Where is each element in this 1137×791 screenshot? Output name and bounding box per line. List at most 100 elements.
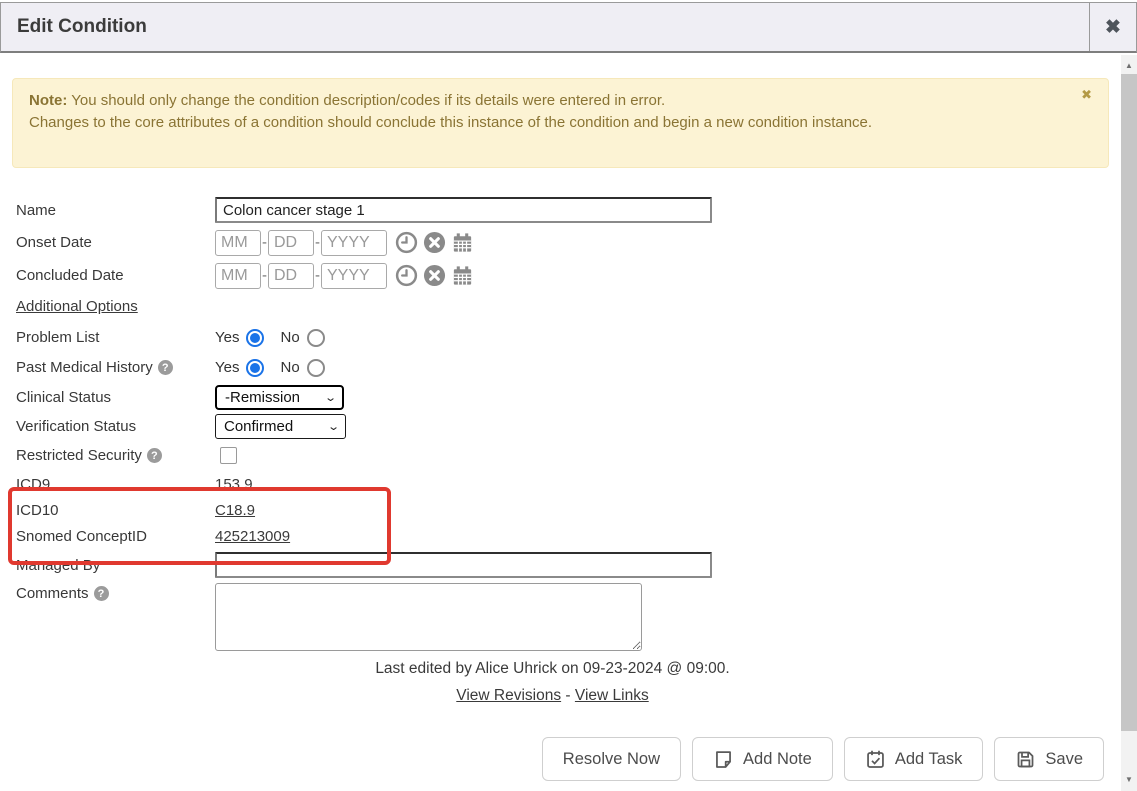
clinical-status-row: Clinical Status -Remission ⌄ xyxy=(0,384,1121,410)
comments-row: Comments? xyxy=(0,583,1121,651)
action-buttons: Resolve Now Add Note Add Task Save xyxy=(0,737,1121,781)
view-revisions-link[interactable]: View Revisions xyxy=(456,687,561,704)
concluded-year-input[interactable] xyxy=(321,263,387,289)
concluded-month-input[interactable] xyxy=(215,263,261,289)
past-medical-history-row: Past Medical History? Yes No xyxy=(0,355,1121,380)
no-label: No xyxy=(280,329,299,346)
name-row: Name xyxy=(0,197,1121,223)
icd9-code-link[interactable]: 153.9 xyxy=(215,476,253,493)
revision-links: View Revisions - View Links xyxy=(0,687,1105,709)
restricted-security-checkbox[interactable] xyxy=(220,447,237,464)
save-label: Save xyxy=(1045,750,1083,769)
links-separator: - xyxy=(565,687,570,704)
add-task-button[interactable]: Add Task xyxy=(844,737,984,781)
scrollbar-thumb[interactable] xyxy=(1121,74,1137,731)
add-note-label: Add Note xyxy=(743,750,812,769)
date-separator: - xyxy=(315,234,320,251)
name-label: Name xyxy=(16,202,215,219)
onset-day-input[interactable] xyxy=(268,230,314,256)
onset-year-input[interactable] xyxy=(321,230,387,256)
date-separator: - xyxy=(315,267,320,284)
problem-list-row: Problem List Yes No xyxy=(0,325,1121,350)
icd10-label: ICD10 xyxy=(16,502,215,519)
managed-by-label: Managed By xyxy=(16,557,215,574)
clinical-status-label: Clinical Status xyxy=(16,389,215,406)
yes-label: Yes xyxy=(215,329,239,346)
close-icon: ✖ xyxy=(1105,18,1121,37)
dialog-body: Note: You should only change the conditi… xyxy=(0,53,1121,791)
calendar-check-icon xyxy=(865,749,886,770)
dialog-header: Edit Condition ✖ xyxy=(0,2,1137,53)
verification-status-select[interactable]: Confirmed ⌄ xyxy=(215,414,346,439)
onset-date-row: Onset Date - - xyxy=(0,229,1121,256)
note-line2: Changes to the core attributes of a cond… xyxy=(29,114,872,131)
warning-note-banner: Note: You should only change the conditi… xyxy=(12,78,1109,168)
icd10-row: ICD10 C18.9 xyxy=(0,500,1121,520)
note-text: Note: You should only change the conditi… xyxy=(29,92,872,131)
clinical-status-value: -Remission xyxy=(225,389,300,406)
concluded-date-label: Concluded Date xyxy=(16,267,215,284)
name-input[interactable] xyxy=(215,197,712,223)
clock-icon[interactable] xyxy=(395,231,418,254)
calendar-icon[interactable] xyxy=(451,231,474,254)
verification-status-row: Verification Status Confirmed ⌄ xyxy=(0,413,1121,439)
problem-list-yes-radio[interactable] xyxy=(246,329,264,347)
date-separator: - xyxy=(262,234,267,251)
yes-label: Yes xyxy=(215,359,239,376)
snomed-label: Snomed ConceptID xyxy=(16,528,215,545)
clinical-status-select[interactable]: -Remission ⌄ xyxy=(215,385,344,410)
date-separator: - xyxy=(262,267,267,284)
last-edited-text: Last edited by Alice Uhrick on 09-23-202… xyxy=(0,660,1105,680)
page-title: Edit Condition xyxy=(1,16,1089,38)
condition-form: Name Onset Date - - Concluded Date xyxy=(0,197,1121,781)
scroll-up-icon[interactable]: ▲ xyxy=(1121,57,1137,73)
note-icon xyxy=(713,749,734,770)
icd10-code-link[interactable]: C18.9 xyxy=(215,502,255,519)
resolve-now-label: Resolve Now xyxy=(563,750,660,769)
save-button[interactable]: Save xyxy=(994,737,1104,781)
note-line1: You should only change the condition des… xyxy=(71,92,665,109)
onset-date-label: Onset Date xyxy=(16,234,215,251)
additional-options-row: Additional Options xyxy=(0,296,1121,316)
past-medical-history-yes-radio[interactable] xyxy=(246,359,264,377)
concluded-day-input[interactable] xyxy=(268,263,314,289)
view-links-link[interactable]: View Links xyxy=(575,687,649,704)
no-label: No xyxy=(280,359,299,376)
clock-icon[interactable] xyxy=(395,264,418,287)
note-label: Note: xyxy=(29,92,67,109)
restricted-security-label: Restricted Security xyxy=(16,447,142,464)
help-icon[interactable]: ? xyxy=(158,360,173,375)
chevron-down-icon: ⌄ xyxy=(324,391,337,404)
close-button[interactable]: ✖ xyxy=(1089,3,1136,51)
chevron-down-icon: ⌄ xyxy=(327,420,340,433)
vertical-scrollbar[interactable]: ▲ ▼ xyxy=(1121,55,1137,791)
concluded-date-row: Concluded Date - - xyxy=(0,262,1121,289)
onset-month-input[interactable] xyxy=(215,230,261,256)
snomed-code-link[interactable]: 425213009 xyxy=(215,528,290,545)
scroll-down-icon[interactable]: ▼ xyxy=(1121,771,1137,787)
icd9-row: ICD9 153.9 xyxy=(0,474,1121,494)
edit-condition-dialog: Edit Condition ✖ Note: You should only c… xyxy=(0,0,1137,791)
past-medical-history-no-radio[interactable] xyxy=(307,359,325,377)
help-icon[interactable]: ? xyxy=(147,448,162,463)
snomed-row: Snomed ConceptID 425213009 xyxy=(0,526,1121,546)
dismiss-note-icon[interactable]: ✖ xyxy=(1081,88,1092,101)
help-icon[interactable]: ? xyxy=(94,586,109,601)
resolve-now-button[interactable]: Resolve Now xyxy=(542,737,681,781)
calendar-icon[interactable] xyxy=(451,264,474,287)
comments-label: Comments xyxy=(16,585,89,602)
problem-list-no-radio[interactable] xyxy=(307,329,325,347)
clear-date-icon[interactable] xyxy=(423,264,446,287)
restricted-security-row: Restricted Security? xyxy=(0,443,1121,468)
managed-by-input[interactable] xyxy=(215,552,712,578)
add-note-button[interactable]: Add Note xyxy=(692,737,833,781)
comments-textarea[interactable] xyxy=(215,583,642,651)
managed-by-row: Managed By xyxy=(0,552,1121,578)
problem-list-label: Problem List xyxy=(16,329,215,346)
additional-options-link[interactable]: Additional Options xyxy=(16,298,138,315)
add-task-label: Add Task xyxy=(895,750,963,769)
verification-status-value: Confirmed xyxy=(224,418,293,435)
icd9-label: ICD9 xyxy=(16,476,215,493)
past-medical-history-label: Past Medical History xyxy=(16,359,153,376)
clear-date-icon[interactable] xyxy=(423,231,446,254)
